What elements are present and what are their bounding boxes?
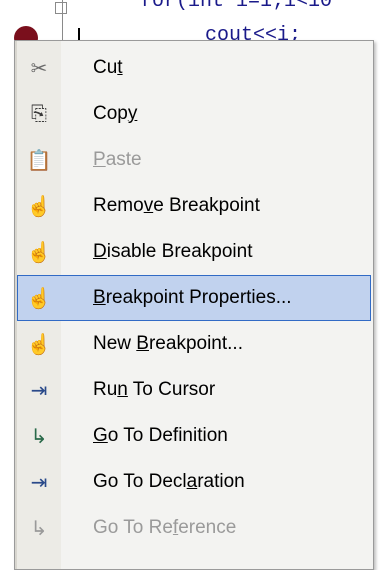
menu-item-go-to-reference[interactable]: ↳ Go To Reference (17, 505, 371, 551)
hand-disabled-icon: ☝ (26, 241, 52, 264)
run-to-cursor-icon: ⇥ (30, 379, 48, 402)
scissors-icon: ✂ (30, 57, 48, 80)
menu-item-label: Copy (93, 103, 138, 124)
menu-item-label: Remove Breakpoint (93, 195, 260, 216)
paste-icon: 📋 (26, 149, 52, 172)
code-line-1: for(int i=1;i<10 (140, 0, 333, 13)
fold-toggle-icon[interactable] (55, 2, 67, 14)
hand-icon: ☝ (26, 195, 52, 218)
menu-item-disable-breakpoint[interactable]: ☝ Disable Breakpoint (17, 229, 371, 275)
menu-item-go-to-declaration[interactable]: ⇥ Go To Declaration (17, 459, 371, 505)
menu-item-remove-breakpoint[interactable]: ☝ Remove Breakpoint (17, 183, 371, 229)
go-to-reference-icon: ↳ (30, 517, 48, 540)
menu-item-cut[interactable]: ✂ Cut (17, 45, 371, 91)
go-to-definition-icon: ↳ (30, 425, 48, 448)
fold-guide-line (62, 0, 63, 40)
menu-item-copy[interactable]: ⎘ Copy (17, 91, 371, 137)
menu-item-label: Paste (93, 149, 142, 170)
menu-item-label: Go To Declaration (93, 471, 245, 492)
context-menu: ✂ Cut ⎘ Copy 📋 Paste ☝ Remove Breakpoint ☝ Disabl… (14, 40, 374, 570)
breakpoint-properties-icon: ☝ (26, 287, 52, 310)
menu-item-label: Run To Cursor (93, 379, 216, 400)
menu-item-paste[interactable]: 📋 Paste (17, 137, 371, 183)
menu-item-breakpoint-properties[interactable]: ☝ Breakpoint Properties... (17, 275, 371, 321)
menu-item-go-to-definition[interactable]: ↳ Go To Definition (17, 413, 371, 459)
menu-item-label: Disable Breakpoint (93, 241, 253, 262)
go-to-declaration-icon: ⇥ (30, 471, 48, 494)
new-breakpoint-icon: ☝ (26, 333, 52, 356)
menu-item-label: Go To Definition (93, 425, 228, 446)
menu-item-run-to-cursor[interactable]: ⇥ Run To Cursor (17, 367, 371, 413)
menu-item-label: New Breakpoint... (93, 333, 243, 354)
copy-icon: ⎘ (31, 102, 47, 125)
menu-item-new-breakpoint[interactable]: ☝ New Breakpoint... (17, 321, 371, 367)
menu-item-label: Breakpoint Properties... (93, 287, 292, 308)
menu-item-label: Go To Reference (93, 517, 237, 538)
menu-item-label: Cut (93, 57, 123, 78)
